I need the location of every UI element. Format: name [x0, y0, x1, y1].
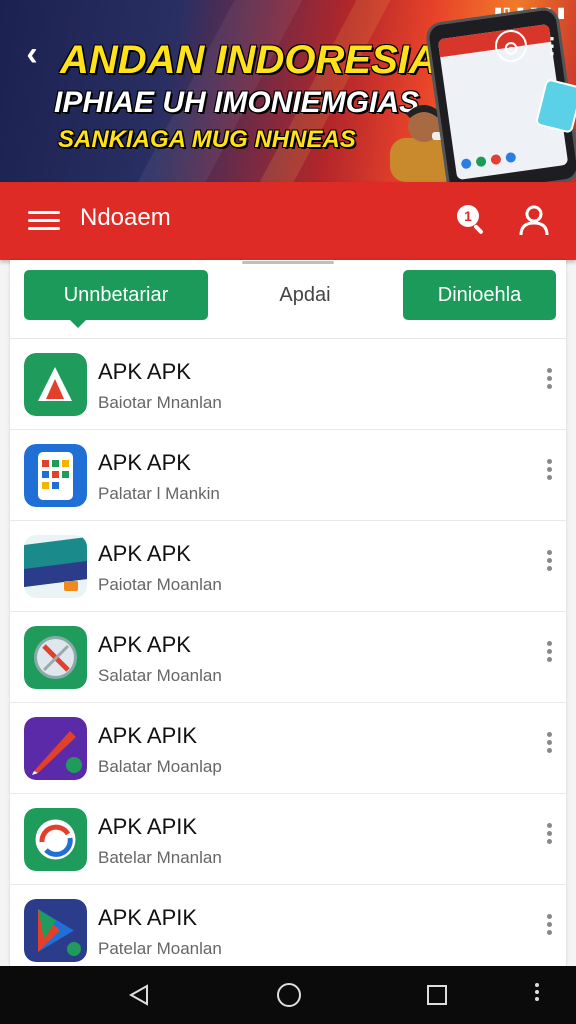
- app-subtitle: Baiotar Mnanlan: [98, 393, 222, 412]
- app-title: APK APIK: [98, 905, 198, 930]
- play-store-icon: [24, 899, 87, 962]
- search-icon[interactable]: 1: [454, 202, 488, 236]
- refresh-icon: [24, 808, 87, 871]
- app-title: APK APIK: [98, 723, 198, 748]
- app-subtitle: Balatar Moanlap: [98, 757, 222, 776]
- back-button[interactable]: ‹: [14, 36, 50, 72]
- more-vert-icon[interactable]: [540, 365, 558, 399]
- app-title: APK APK: [98, 450, 191, 475]
- list-item[interactable]: APK APK Paiotar Moanlan: [10, 521, 566, 612]
- app-title: APK APK: [98, 359, 191, 384]
- app-title: APK APIK: [98, 814, 198, 839]
- list-item[interactable]: APK APK Baiotar Mnanlan: [10, 339, 566, 430]
- app-title: Ndoaem: [80, 204, 171, 231]
- nav-home-icon[interactable]: [276, 982, 302, 1008]
- more-vert-icon[interactable]: [540, 729, 558, 763]
- banner-subheadline: IPHIAE UH IMONIEMGIAS: [54, 86, 420, 119]
- banner-tagline: SANKIAGA MUG NHNEAS: [58, 126, 356, 153]
- apk-a-icon: [24, 353, 87, 416]
- app-subtitle: Palatar l Mankin: [98, 484, 220, 503]
- more-vert-icon[interactable]: [540, 547, 558, 581]
- nav-recent-icon[interactable]: [426, 984, 448, 1006]
- tab-right[interactable]: Dinioehla: [403, 270, 556, 320]
- app-bar: Ndoaem 1: [0, 182, 576, 260]
- more-vert-icon[interactable]: [540, 911, 558, 945]
- account-icon[interactable]: [516, 202, 552, 238]
- more-vert-icon[interactable]: [540, 456, 558, 490]
- content-panel: Unnbetariar Apdai Dinioehla APK APK Baio…: [10, 260, 566, 966]
- list-item[interactable]: APK APIK Balatar Moanlap: [10, 703, 566, 794]
- app-subtitle: Salatar Moanlan: [98, 666, 222, 685]
- pen-icon: [24, 717, 87, 780]
- app-title: APK APK: [98, 632, 191, 657]
- list-item[interactable]: APK APIK Patelar Moanlan: [10, 885, 566, 966]
- app-subtitle: Patelar Moanlan: [98, 939, 222, 958]
- menu-icon[interactable]: [28, 206, 60, 234]
- list-item[interactable]: APK APK Palatar l Mankin: [10, 430, 566, 521]
- tab-middle[interactable]: Apdai: [230, 270, 380, 320]
- list-item[interactable]: APK APK Salatar Moanlan: [10, 612, 566, 703]
- app-list: APK APK Baiotar Mnanlan APK APK Palatar …: [10, 339, 566, 966]
- app-subtitle: Paiotar Moanlan: [98, 575, 222, 594]
- tab-left[interactable]: Unnbetariar: [24, 270, 208, 328]
- more-vert-icon[interactable]: [540, 638, 558, 672]
- svg-text:1: 1: [464, 208, 472, 224]
- more-vert-icon[interactable]: [540, 820, 558, 854]
- nav-more-icon[interactable]: [532, 980, 542, 1010]
- compass-icon: [24, 626, 87, 689]
- app-title: APK APK: [98, 541, 191, 566]
- list-item[interactable]: APK APIK Batelar Mnanlan: [10, 794, 566, 885]
- card-banner-icon: [24, 535, 87, 598]
- share-icon[interactable]: ⊙: [495, 30, 527, 62]
- tab-bar: Unnbetariar Apdai Dinioehla: [10, 260, 566, 339]
- promo-banner[interactable]: ▮▯ ▮ ▮ ▮ ▮ ‹ ANDAN INDORESIA IPHIAE UH I…: [0, 0, 576, 182]
- system-nav-bar: [0, 966, 576, 1024]
- phone-apps-icon: [24, 444, 87, 507]
- app-subtitle: Batelar Mnanlan: [98, 848, 222, 867]
- nav-back-icon[interactable]: [128, 984, 150, 1006]
- more-vert-icon[interactable]: ⋮: [540, 30, 564, 62]
- banner-headline: ANDAN INDORESIA: [60, 38, 438, 82]
